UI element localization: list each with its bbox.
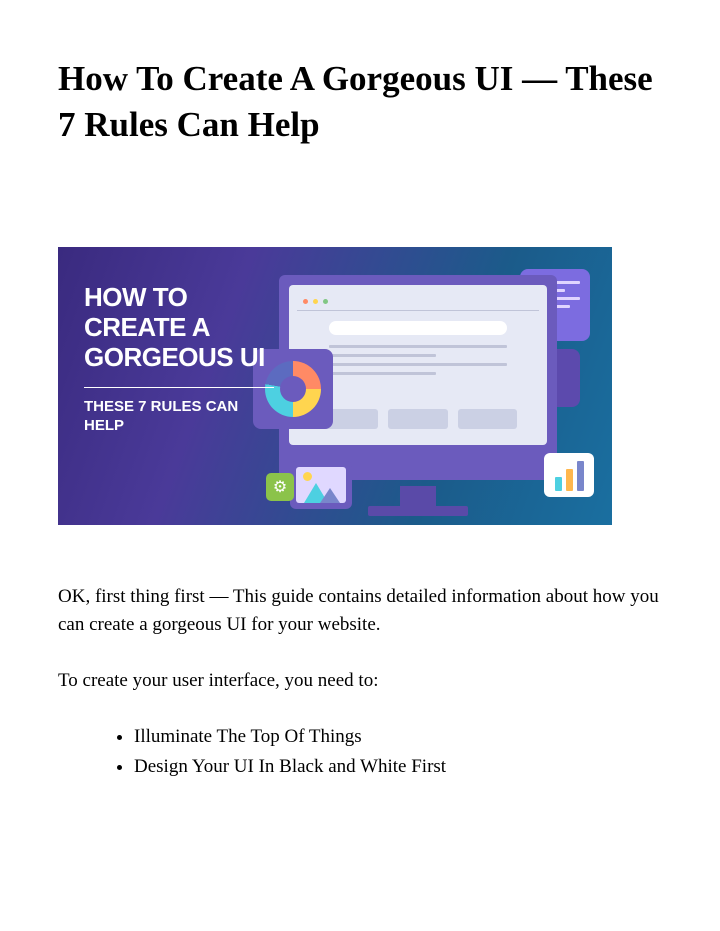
hero-main-line-3: GORGEOUS UI: [84, 343, 284, 373]
bar-chart-card: [544, 453, 594, 497]
hero-text-block: HOW TO CREATE A GORGEOUS UI THESE 7 RULE…: [84, 283, 284, 436]
rules-list: Illuminate The Top Of Things Design Your…: [58, 723, 662, 781]
hero-sub-line-2: HELP: [84, 417, 284, 436]
gear-icon-card: ⚙: [266, 473, 294, 501]
list-intro: To create your user interface, you need …: [58, 667, 662, 695]
hero-main-line-1: HOW TO: [84, 283, 284, 313]
page-title: How To Create A Gorgeous UI — These 7 Ru…: [58, 56, 662, 147]
hero-main-line-2: CREATE A: [84, 313, 284, 343]
image-placeholder-card: [290, 461, 352, 509]
list-item: Design Your UI In Black and White First: [134, 753, 662, 781]
hero-banner: ⚙ HOW TO CREATE A GORGEOUS UI THESE 7 RU…: [58, 247, 612, 525]
intro-paragraph: OK, first thing first — This guide conta…: [58, 583, 662, 639]
hero-sub-line-1: THESE 7 RULES CAN: [84, 398, 284, 417]
list-item: Illuminate The Top Of Things: [134, 723, 662, 751]
gear-icon: ⚙: [273, 477, 287, 497]
